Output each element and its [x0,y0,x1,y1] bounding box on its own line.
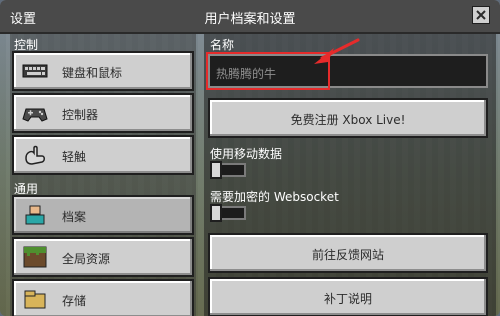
toggle-knob [210,204,222,222]
gamepad-icon [22,108,48,122]
mobile-data-label: 使用移动数据 [210,147,283,161]
section-title: 用户档案和设置 [204,12,296,27]
arrow-annotation-icon [314,38,360,64]
settings-window: 设置 用户档案和设置 控制 键盘和鼠标 控制器 轻触 通用 档案 全局资源 存储… [0,0,500,316]
feedback-site-label: 前往反馈网站 [311,248,384,262]
nav-item-controller[interactable]: 控制器 [12,93,194,133]
register-xbox-live-button[interactable]: 免费注册 Xbox Live! [208,98,488,138]
name-label: 名称 [210,38,235,52]
nav-item-global-resources[interactable]: 全局资源 [12,237,194,277]
patch-notes-label: 补丁说明 [323,292,372,306]
mobile-data-toggle[interactable] [210,161,246,179]
patch-notes-button[interactable]: 补丁说明 [208,277,488,316]
close-icon[interactable] [472,6,490,24]
toggle-knob [210,161,222,179]
nav-item-keyboard-mouse[interactable]: 键盘和鼠标 [12,51,194,91]
nav-item-label: 档案 [62,210,87,224]
nav-item-profile[interactable]: 档案 [12,195,194,235]
nav-item-label: 存储 [62,294,87,308]
register-xbox-live-label: 免费注册 Xbox Live! [290,113,406,127]
feedback-site-button[interactable]: 前往反馈网站 [208,233,488,273]
title-bar: 设置 用户档案和设置 [0,0,500,34]
websocket-label: 需要加密的 Websocket [210,190,339,204]
nav-item-label: 轻触 [62,150,87,164]
storage-icon [24,290,46,309]
grass-block-icon [23,246,47,268]
nav-item-label: 控制器 [62,108,99,122]
profile-icon [25,205,45,225]
nav-item-label: 全局资源 [62,252,111,266]
nav-item-storage[interactable]: 存储 [12,279,194,316]
keyboard-icon [22,64,48,78]
nav-item-touch[interactable]: 轻触 [12,135,194,175]
nav-item-label: 键盘和鼠标 [62,66,123,80]
websocket-toggle[interactable] [210,204,246,222]
touch-icon [25,145,45,165]
